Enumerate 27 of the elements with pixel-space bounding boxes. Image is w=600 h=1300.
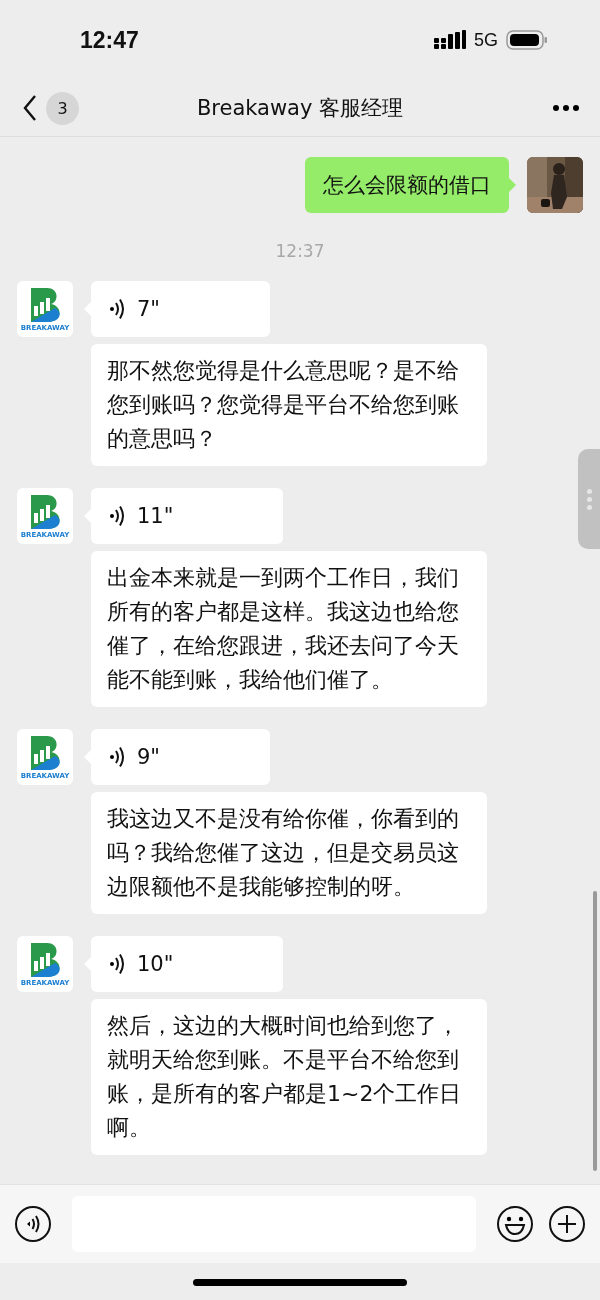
voice-message[interactable]: 7" (91, 281, 271, 337)
network-label: 5G (474, 29, 498, 51)
received-message: 我这边又不是没有给你催，你看到的吗？我给您催了这边，但是交易员这边限额他不是我能够控制的呀。 (91, 792, 487, 914)
more-icon[interactable] (552, 104, 580, 112)
received-message: 那不然您觉得是什么意思呢？是不给您到账吗？您觉得是平台不给您到账的意思吗？ (91, 344, 487, 466)
unread-count[interactable]: 3 (46, 91, 79, 125)
voice-icon (109, 505, 125, 527)
battery-icon (506, 29, 548, 51)
back-icon[interactable] (22, 94, 38, 122)
side-handle[interactable] (578, 449, 600, 549)
voice-message[interactable]: 11" (91, 488, 284, 544)
voice-message[interactable]: 9" (91, 729, 271, 785)
received-message: 然后，这边的大概时间也给到您了，就明天给您到账。不是平台不给您到账，是所有的客户都是1~2个工作日啊。 (91, 999, 487, 1155)
chat-title: Breakaway 客服经理 (196, 95, 404, 122)
received-message: 出金本来就是一到两个工作日，我们所有的客户都是这样。我这边也给您催了，在给您跟进，我还去问了今天能不能到账，我给他们催了。 (91, 551, 487, 707)
voice-icon (109, 298, 125, 320)
sent-message: 怎么会限额的借口 (305, 157, 509, 213)
message-time: 12:37 (274, 241, 326, 261)
signal-icon (434, 30, 466, 50)
add-icon[interactable] (548, 1205, 586, 1243)
voice-input-icon[interactable] (14, 1205, 52, 1243)
voice-message[interactable]: 10" (91, 936, 284, 992)
emoji-icon[interactable] (496, 1205, 534, 1243)
bubble-tail (509, 178, 516, 192)
status-time: 12:47 (80, 26, 139, 54)
voice-icon (109, 746, 125, 768)
voice-icon (109, 953, 125, 975)
